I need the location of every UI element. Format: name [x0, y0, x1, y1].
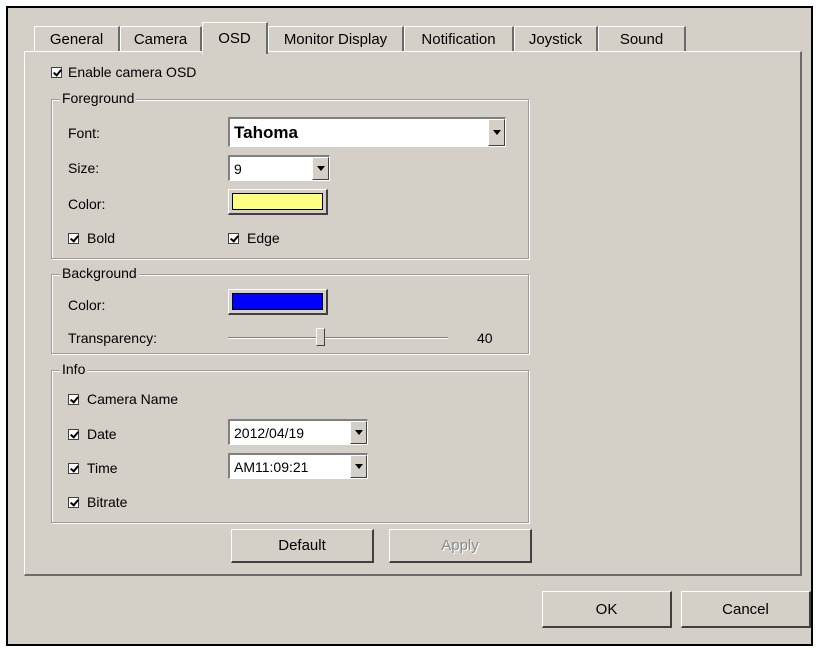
tab-notification[interactable]: Notification — [404, 26, 514, 52]
info-legend: Info — [60, 361, 88, 377]
edge-checkbox-row[interactable]: Edge — [228, 230, 280, 246]
date-checkbox[interactable] — [68, 428, 79, 440]
time-label: Time — [87, 460, 118, 476]
font-label: Font: — [68, 125, 100, 141]
background-legend: Background — [60, 265, 139, 281]
bold-checkbox[interactable] — [68, 232, 79, 244]
tab-label: Sound — [619, 31, 664, 48]
date-checkbox-row[interactable]: Date — [68, 426, 117, 442]
chevron-down-icon[interactable] — [312, 157, 329, 180]
transparency-label: Transparency: — [68, 330, 157, 346]
ok-button[interactable]: OK — [542, 591, 672, 628]
time-format-value: AM11:09:21 — [234, 458, 309, 475]
date-label: Date — [87, 426, 117, 442]
transparency-slider-thumb[interactable] — [316, 328, 325, 346]
tab-label: Camera — [133, 31, 188, 48]
date-format-select[interactable]: 2012/04/19 — [228, 419, 368, 445]
date-format-value: 2012/04/19 — [234, 424, 305, 441]
osd-tab-panel: Enable camera OSD Foreground Font: Tahom… — [24, 51, 802, 576]
bitrate-checkbox-row[interactable]: Bitrate — [68, 494, 127, 510]
bg-color-button[interactable] — [228, 289, 328, 315]
tab-sound[interactable]: Sound — [598, 26, 686, 52]
font-select[interactable]: Tahoma — [228, 117, 506, 147]
bold-checkbox-row[interactable]: Bold — [68, 230, 115, 246]
tab-monitor-display[interactable]: Monitor Display — [268, 26, 404, 52]
tab-camera[interactable]: Camera — [120, 26, 202, 52]
foreground-group: Foreground Font: Tahoma Size: 9 Color: B… — [51, 90, 529, 259]
apply-button-label: Apply — [441, 537, 479, 554]
bold-label: Bold — [87, 230, 116, 246]
cancel-button-label: Cancel — [722, 600, 769, 618]
font-select-value: Tahoma — [234, 122, 298, 142]
chevron-down-icon[interactable] — [350, 455, 367, 478]
bitrate-label: Bitrate — [87, 494, 128, 510]
info-group: Info Camera Name Date 2012/04/19 Time AM… — [51, 361, 529, 523]
time-checkbox[interactable] — [68, 462, 79, 474]
size-select[interactable]: 9 — [228, 155, 330, 181]
enable-osd-label: Enable camera OSD — [68, 64, 197, 80]
default-button-label: Default — [278, 537, 326, 554]
tab-osd[interactable]: OSD — [202, 22, 268, 54]
tab-label: General — [49, 31, 104, 48]
time-checkbox-row[interactable]: Time — [68, 460, 118, 476]
size-select-value: 9 — [234, 160, 242, 177]
tab-label: Joystick — [528, 31, 583, 48]
background-group: Background Color: Transparency: 40 — [51, 265, 529, 354]
camera-name-checkbox-row[interactable]: Camera Name — [68, 391, 178, 407]
enable-osd-checkbox[interactable] — [51, 66, 62, 78]
fg-color-label: Color: — [68, 196, 106, 212]
cancel-button[interactable]: Cancel — [681, 591, 811, 628]
foreground-legend: Foreground — [60, 90, 137, 106]
settings-dialog: General Camera OSD Monitor Display Notif… — [6, 6, 813, 646]
bitrate-checkbox[interactable] — [68, 496, 79, 508]
tab-label: OSD — [218, 30, 251, 47]
bg-color-swatch — [232, 293, 323, 310]
fg-color-button[interactable] — [228, 189, 328, 215]
transparency-value: 40 — [477, 330, 493, 346]
camera-name-label: Camera Name — [87, 391, 179, 407]
transparency-slider[interactable] — [228, 337, 448, 339]
size-label: Size: — [68, 160, 100, 176]
chevron-down-icon[interactable] — [350, 421, 367, 444]
tab-label: Notification — [421, 31, 496, 48]
edge-label: Edge — [247, 230, 280, 246]
fg-color-swatch — [232, 193, 323, 210]
edge-checkbox[interactable] — [228, 232, 239, 244]
time-format-select[interactable]: AM11:09:21 — [228, 453, 368, 479]
ok-button-label: OK — [595, 600, 618, 618]
tab-joystick[interactable]: Joystick — [514, 26, 598, 52]
tab-label: Monitor Display — [283, 31, 388, 48]
camera-name-checkbox[interactable] — [68, 393, 79, 405]
apply-button[interactable]: Apply — [389, 529, 532, 563]
enable-osd-checkbox-row[interactable]: Enable camera OSD — [51, 64, 196, 80]
bg-color-label: Color: — [68, 297, 106, 313]
tab-general[interactable]: General — [34, 26, 120, 52]
default-button[interactable]: Default — [231, 529, 374, 563]
chevron-down-icon[interactable] — [488, 119, 505, 146]
